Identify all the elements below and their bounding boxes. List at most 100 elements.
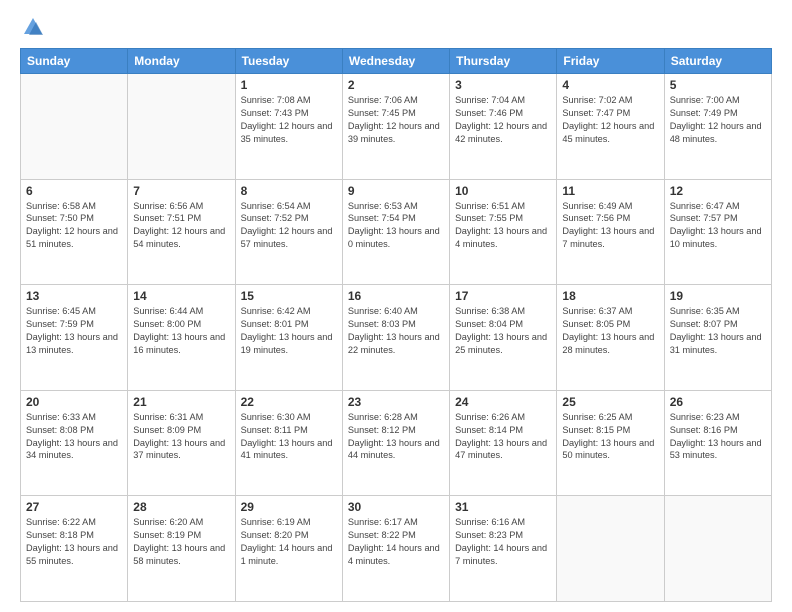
calendar-day-cell: 11 Sunrise: 6:49 AMSunset: 7:56 PMDayligh… bbox=[557, 179, 664, 285]
calendar-day-cell: 3Sunrise: 7:04 AMSunset: 7:46 PMDaylight… bbox=[450, 74, 557, 180]
calendar-day-cell: 6Sunrise: 6:58 AMSunset: 7:50 PMDaylight… bbox=[21, 179, 128, 285]
calendar-week-row: 6Sunrise: 6:58 AMSunset: 7:50 PMDaylight… bbox=[21, 179, 772, 285]
logo bbox=[20, 16, 44, 38]
day-info: Sunrise: 6:51 AMSunset: 7:55 PMDaylight:… bbox=[455, 200, 551, 252]
day-number: 22 bbox=[241, 395, 337, 409]
day-number: 10 bbox=[455, 184, 551, 198]
calendar-day-cell: 1Sunrise: 7:08 AMSunset: 7:43 PMDaylight… bbox=[235, 74, 342, 180]
calendar-day-cell: 10 Sunrise: 6:51 AMSunset: 7:55 PMDayligh… bbox=[450, 179, 557, 285]
day-info: Sunrise: 6:19 AMSunset: 8:20 PMDaylight:… bbox=[241, 516, 337, 568]
day-number: 25 bbox=[562, 395, 658, 409]
day-number: 23 bbox=[348, 395, 444, 409]
calendar-day-cell: 16 Sunrise: 6:40 AMSunset: 8:03 PMDayligh… bbox=[342, 285, 449, 391]
day-number: 20 bbox=[26, 395, 122, 409]
day-info: Sunrise: 6:30 AMSunset: 8:11 PMDaylight:… bbox=[241, 411, 337, 463]
day-number: 27 bbox=[26, 500, 122, 514]
calendar-day-cell bbox=[21, 74, 128, 180]
day-info: Sunrise: 6:47 AMSunset: 7:57 PMDaylight:… bbox=[670, 200, 766, 252]
day-number: 5 bbox=[670, 78, 766, 92]
calendar-day-header: Saturday bbox=[664, 49, 771, 74]
day-number: 11 bbox=[562, 184, 658, 198]
day-number: 12 bbox=[670, 184, 766, 198]
day-info: Sunrise: 6:38 AMSunset: 8:04 PMDaylight:… bbox=[455, 305, 551, 357]
calendar-day-cell: 21 Sunrise: 6:31 AMSunset: 8:09 PMDayligh… bbox=[128, 390, 235, 496]
calendar-table: SundayMondayTuesdayWednesdayThursdayFrid… bbox=[20, 48, 772, 602]
calendar-day-cell: 18 Sunrise: 6:37 AMSunset: 8:05 PMDayligh… bbox=[557, 285, 664, 391]
day-info: Sunrise: 6:58 AMSunset: 7:50 PMDaylight:… bbox=[26, 200, 122, 252]
calendar-day-cell: 5 Sunrise: 7:00 AMSunset: 7:49 PMDaylight… bbox=[664, 74, 771, 180]
day-info: Sunrise: 7:02 AMSunset: 7:47 PMDaylight:… bbox=[562, 94, 658, 146]
day-info: Sunrise: 6:44 AMSunset: 8:00 PMDaylight:… bbox=[133, 305, 229, 357]
day-info: Sunrise: 6:26 AMSunset: 8:14 PMDaylight:… bbox=[455, 411, 551, 463]
calendar-day-cell: 29 Sunrise: 6:19 AMSunset: 8:20 PMDayligh… bbox=[235, 496, 342, 602]
calendar-day-cell: 2 Sunrise: 7:06 AMSunset: 7:45 PMDaylight… bbox=[342, 74, 449, 180]
day-info: Sunrise: 6:45 AMSunset: 7:59 PMDaylight:… bbox=[26, 305, 122, 357]
day-number: 16 bbox=[348, 289, 444, 303]
day-number: 21 bbox=[133, 395, 229, 409]
calendar-day-cell: 14 Sunrise: 6:44 AMSunset: 8:00 PMDayligh… bbox=[128, 285, 235, 391]
day-number: 19 bbox=[670, 289, 766, 303]
calendar-day-cell: 31 Sunrise: 6:16 AMSunset: 8:23 PMDayligh… bbox=[450, 496, 557, 602]
day-info: Sunrise: 7:06 AMSunset: 7:45 PMDaylight:… bbox=[348, 94, 444, 146]
calendar-week-row: 20 Sunrise: 6:33 AMSunset: 8:08 PMDayligh… bbox=[21, 390, 772, 496]
day-number: 7 bbox=[133, 184, 229, 198]
calendar-day-header: Wednesday bbox=[342, 49, 449, 74]
calendar-day-cell: 12 Sunrise: 6:47 AMSunset: 7:57 PMDayligh… bbox=[664, 179, 771, 285]
day-info: Sunrise: 6:17 AMSunset: 8:22 PMDaylight:… bbox=[348, 516, 444, 568]
calendar-day-cell: 23 Sunrise: 6:28 AMSunset: 8:12 PMDayligh… bbox=[342, 390, 449, 496]
calendar-day-cell bbox=[664, 496, 771, 602]
calendar-day-header: Friday bbox=[557, 49, 664, 74]
day-number: 14 bbox=[133, 289, 229, 303]
day-number: 13 bbox=[26, 289, 122, 303]
day-info: Sunrise: 6:56 AMSunset: 7:51 PMDaylight:… bbox=[133, 200, 229, 252]
calendar-day-cell: 28 Sunrise: 6:20 AMSunset: 8:19 PMDayligh… bbox=[128, 496, 235, 602]
day-info: Sunrise: 7:00 AMSunset: 7:49 PMDaylight:… bbox=[670, 94, 766, 146]
day-info: Sunrise: 6:23 AMSunset: 8:16 PMDaylight:… bbox=[670, 411, 766, 463]
calendar-day-cell: 13 Sunrise: 6:45 AMSunset: 7:59 PMDayligh… bbox=[21, 285, 128, 391]
day-info: Sunrise: 6:37 AMSunset: 8:05 PMDaylight:… bbox=[562, 305, 658, 357]
day-info: Sunrise: 6:16 AMSunset: 8:23 PMDaylight:… bbox=[455, 516, 551, 568]
calendar-day-cell: 9 Sunrise: 6:53 AMSunset: 7:54 PMDaylight… bbox=[342, 179, 449, 285]
day-number: 9 bbox=[348, 184, 444, 198]
day-info: Sunrise: 6:40 AMSunset: 8:03 PMDaylight:… bbox=[348, 305, 444, 357]
day-info: Sunrise: 6:20 AMSunset: 8:19 PMDaylight:… bbox=[133, 516, 229, 568]
day-info: Sunrise: 6:22 AMSunset: 8:18 PMDaylight:… bbox=[26, 516, 122, 568]
day-info: Sunrise: 6:31 AMSunset: 8:09 PMDaylight:… bbox=[133, 411, 229, 463]
calendar-day-cell: 19Sunrise: 6:35 AMSunset: 8:07 PMDayligh… bbox=[664, 285, 771, 391]
calendar-week-row: 1Sunrise: 7:08 AMSunset: 7:43 PMDaylight… bbox=[21, 74, 772, 180]
calendar-day-cell: 26 Sunrise: 6:23 AMSunset: 8:16 PMDayligh… bbox=[664, 390, 771, 496]
day-number: 28 bbox=[133, 500, 229, 514]
calendar-week-row: 13 Sunrise: 6:45 AMSunset: 7:59 PMDayligh… bbox=[21, 285, 772, 391]
day-number: 31 bbox=[455, 500, 551, 514]
day-info: Sunrise: 6:33 AMSunset: 8:08 PMDaylight:… bbox=[26, 411, 122, 463]
calendar-day-cell: 17Sunrise: 6:38 AMSunset: 8:04 PMDayligh… bbox=[450, 285, 557, 391]
day-number: 26 bbox=[670, 395, 766, 409]
calendar-day-cell: 15Sunrise: 6:42 AMSunset: 8:01 PMDayligh… bbox=[235, 285, 342, 391]
calendar-day-cell: 30 Sunrise: 6:17 AMSunset: 8:22 PMDayligh… bbox=[342, 496, 449, 602]
day-number: 29 bbox=[241, 500, 337, 514]
day-info: Sunrise: 6:28 AMSunset: 8:12 PMDaylight:… bbox=[348, 411, 444, 463]
calendar-day-cell: 4 Sunrise: 7:02 AMSunset: 7:47 PMDaylight… bbox=[557, 74, 664, 180]
calendar-day-cell bbox=[557, 496, 664, 602]
day-number: 2 bbox=[348, 78, 444, 92]
calendar-day-header: Tuesday bbox=[235, 49, 342, 74]
calendar-day-header: Sunday bbox=[21, 49, 128, 74]
calendar-day-header: Monday bbox=[128, 49, 235, 74]
day-number: 18 bbox=[562, 289, 658, 303]
calendar-day-cell: 20 Sunrise: 6:33 AMSunset: 8:08 PMDayligh… bbox=[21, 390, 128, 496]
day-info: Sunrise: 7:08 AMSunset: 7:43 PMDaylight:… bbox=[241, 94, 337, 146]
day-info: Sunrise: 6:53 AMSunset: 7:54 PMDaylight:… bbox=[348, 200, 444, 252]
calendar-header-row: SundayMondayTuesdayWednesdayThursdayFrid… bbox=[21, 49, 772, 74]
day-info: Sunrise: 6:42 AMSunset: 8:01 PMDaylight:… bbox=[241, 305, 337, 357]
logo-icon bbox=[22, 16, 44, 38]
calendar-day-cell: 27 Sunrise: 6:22 AMSunset: 8:18 PMDayligh… bbox=[21, 496, 128, 602]
day-number: 8 bbox=[241, 184, 337, 198]
day-number: 4 bbox=[562, 78, 658, 92]
calendar-day-cell: 25Sunrise: 6:25 AMSunset: 8:15 PMDayligh… bbox=[557, 390, 664, 496]
day-info: Sunrise: 6:49 AMSunset: 7:56 PMDaylight:… bbox=[562, 200, 658, 252]
calendar-day-cell: 24Sunrise: 6:26 AMSunset: 8:14 PMDayligh… bbox=[450, 390, 557, 496]
calendar-day-cell bbox=[128, 74, 235, 180]
calendar-day-cell: 7 Sunrise: 6:56 AMSunset: 7:51 PMDaylight… bbox=[128, 179, 235, 285]
day-number: 30 bbox=[348, 500, 444, 514]
calendar-day-header: Thursday bbox=[450, 49, 557, 74]
